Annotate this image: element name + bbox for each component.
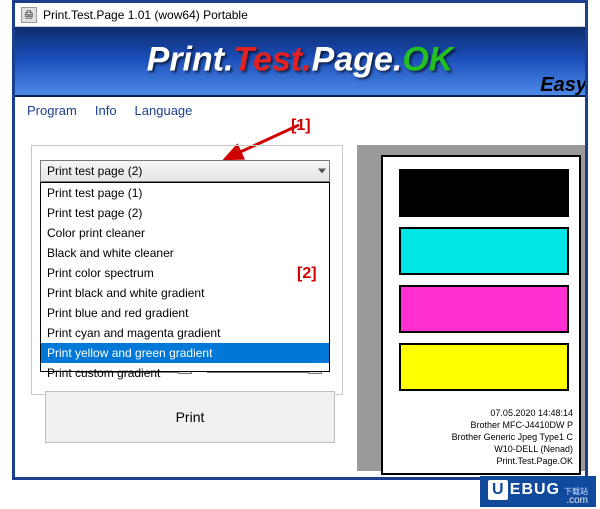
watermark-tld: .com [566, 496, 588, 505]
swatch-cyan [399, 227, 569, 275]
dropdown-option[interactable]: Color print cleaner [41, 223, 329, 243]
dropdown-option[interactable]: Black and white cleaner [41, 243, 329, 263]
dropdown-option[interactable]: Print color spectrum [41, 263, 329, 283]
dropdown-option[interactable]: Print yellow and green gradient [41, 343, 329, 363]
options-groupbox: Print test page (2) Print test page (1)P… [31, 145, 343, 395]
print-button[interactable]: Print [45, 391, 335, 443]
test-page-combobox[interactable]: Print test page (2) [40, 160, 330, 182]
preview-page: 07.05.2020 14:48:14 Brother MFC-J4410DW … [381, 155, 581, 475]
swatch-yellow [399, 343, 569, 391]
preview-panel: 07.05.2020 14:48:14 Brother MFC-J4410DW … [357, 145, 585, 471]
combobox-value: Print test page (2) [47, 164, 142, 178]
menu-program[interactable]: Program [27, 103, 77, 118]
dropdown-option[interactable]: Print blue and red gradient [41, 303, 329, 323]
menubar: Program Info Language [15, 97, 585, 123]
watermark: U EBUG 下载站 .com [480, 476, 596, 507]
banner: Print.Test.Page.OK Easy [15, 27, 585, 97]
banner-logo-text: Print.Test.Page.OK [147, 40, 454, 79]
swatch-magenta [399, 285, 569, 333]
banner-easy-label: Easy [540, 74, 585, 97]
chevron-down-icon [318, 169, 326, 174]
content-area: [1] [2] [3] Print test page (2) Print te… [15, 123, 585, 477]
dropdown-option[interactable]: Print test page (1) [41, 183, 329, 203]
app-window: 🖨 Print.Test.Page 1.01 (wow64) Portable … [12, 0, 588, 480]
menu-language[interactable]: Language [135, 103, 193, 118]
swatch-black [399, 169, 569, 217]
watermark-brand: EBUG [510, 481, 560, 499]
print-button-label: Print [176, 409, 205, 425]
dropdown-option[interactable]: Print test page (2) [41, 203, 329, 223]
window-title: Print.Test.Page 1.01 (wow64) Portable [43, 8, 248, 22]
dropdown-option[interactable]: Print cyan and magenta gradient [41, 323, 329, 343]
dropdown-option[interactable]: Print black and white gradient [41, 283, 329, 303]
menu-info[interactable]: Info [95, 103, 117, 118]
app-icon: 🖨 [21, 7, 37, 23]
test-page-dropdown[interactable]: Print test page (1)Print test page (2)Co… [40, 182, 330, 372]
preview-meta: 07.05.2020 14:48:14 Brother MFC-J4410DW … [395, 407, 573, 467]
dropdown-option[interactable]: Print custom gradient [41, 363, 329, 383]
titlebar: 🖨 Print.Test.Page 1.01 (wow64) Portable [15, 3, 585, 27]
watermark-logo-icon: U [488, 480, 508, 500]
